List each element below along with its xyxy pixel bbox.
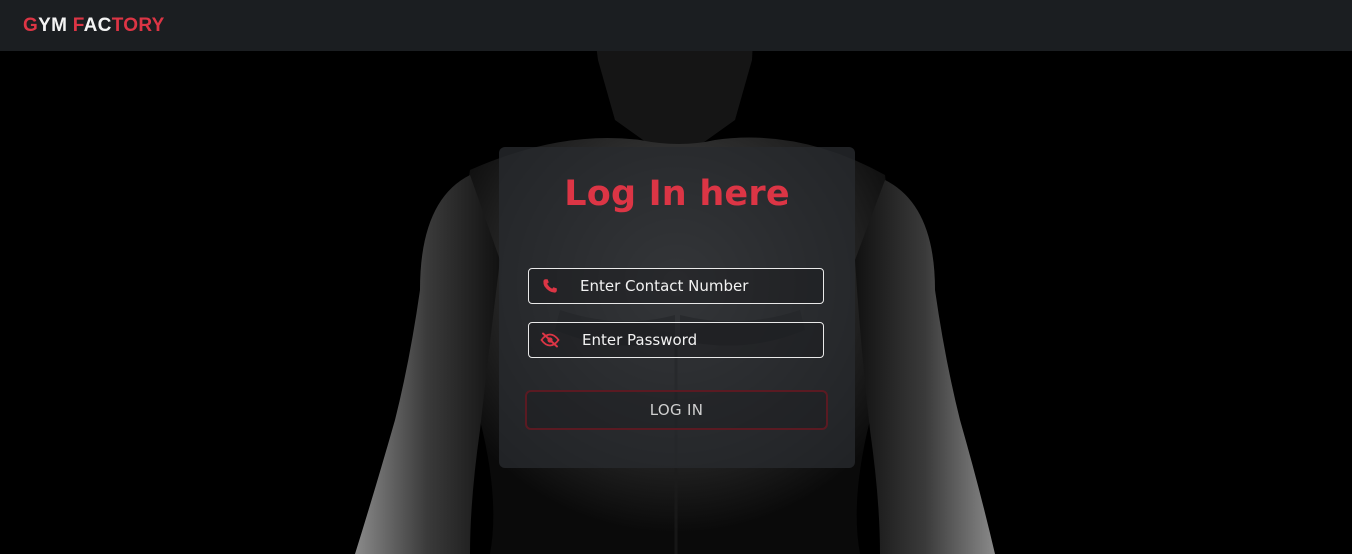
password-input[interactable]: [582, 323, 822, 357]
brand-letter-f: F: [72, 14, 84, 36]
phone-icon: [540, 276, 560, 296]
eye-slash-icon[interactable]: [540, 330, 560, 350]
login-button[interactable]: LOG IN: [525, 390, 828, 430]
brand-letter-g: G: [23, 14, 39, 36]
brand-letters-ym: YM: [38, 14, 68, 36]
password-field: [528, 322, 824, 358]
login-card: Log In here LOG IN: [499, 147, 855, 468]
top-navbar: GYM FACTORY: [0, 0, 1352, 51]
contact-number-field: [528, 268, 824, 304]
contact-number-input[interactable]: [580, 269, 820, 303]
brand-letters-ac: AC: [83, 14, 112, 36]
brand-logo[interactable]: GYM FACTORY: [23, 15, 165, 37]
login-title: Log In here: [564, 174, 790, 214]
brand-letters-tory: TORY: [111, 14, 165, 36]
